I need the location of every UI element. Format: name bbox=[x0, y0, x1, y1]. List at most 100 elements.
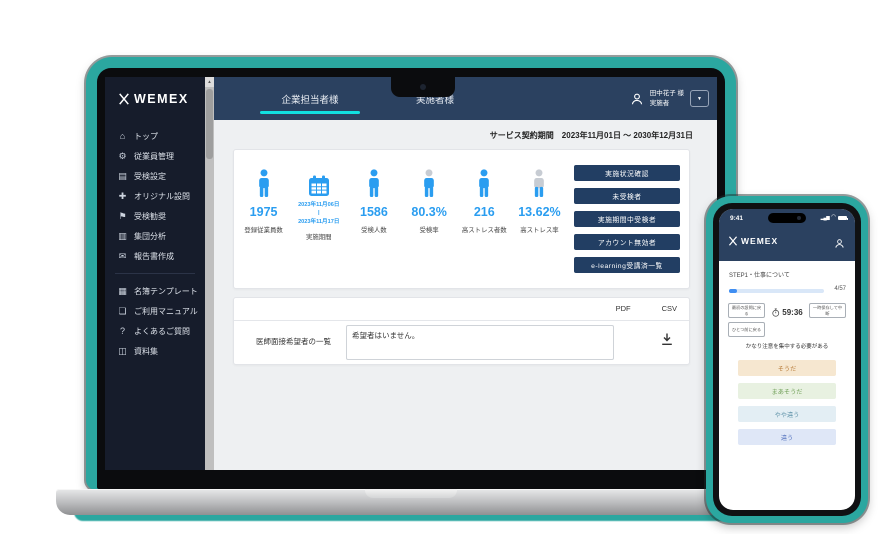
battery-icon bbox=[838, 216, 847, 221]
report-icon: ✉ bbox=[117, 251, 128, 262]
sidebar-item-exam-settings[interactable]: ▤ 受検設定 bbox=[105, 166, 205, 186]
stat-implementation-period: 2023年11月06日 | 2023年11月17日 実施期間 bbox=[291, 164, 346, 278]
sidebar-item-user-manual[interactable]: ❏ ご利用マニュアル bbox=[105, 301, 205, 321]
home-icon: ⌂ bbox=[117, 131, 128, 141]
stat-label: 受検人数 bbox=[361, 225, 387, 234]
pdf-export-link[interactable]: PDF bbox=[616, 304, 631, 313]
laptop-camera-notch bbox=[391, 77, 455, 97]
sidebar-item-group-analysis[interactable]: ▥ 集団分析 bbox=[105, 226, 205, 246]
save-and-pause-button[interactable]: 一時保存して中断 bbox=[809, 303, 846, 318]
remaining-timer: 59:36 bbox=[771, 308, 802, 317]
tab-company-representative[interactable]: 企業担当者様 bbox=[260, 77, 360, 120]
interview-list-label: 医師面接希望者の一覧 bbox=[256, 336, 331, 347]
sidebar-item-label: よくあるご質問 bbox=[134, 326, 190, 337]
contract-period-text: サービス契約期間 2023年11月01日 ～ 2030年12月31日 bbox=[490, 130, 693, 141]
stat-value: 1975 bbox=[250, 205, 278, 219]
cellular-signal-icon: ▂▄▆ bbox=[821, 215, 830, 221]
disabled-accounts-button[interactable]: アカウント無効者 bbox=[574, 234, 680, 250]
sidebar-item-faq[interactable]: ? よくあるご質問 bbox=[105, 321, 205, 341]
divider bbox=[234, 320, 689, 321]
stat-label: 実施期間 bbox=[306, 232, 332, 241]
step-label: STEP1・仕事について bbox=[729, 270, 790, 279]
sidebar-divider bbox=[115, 273, 195, 274]
user-role: 実施者 bbox=[650, 99, 684, 108]
user-info: 田中花子 様 実施者 bbox=[650, 89, 684, 107]
person-icon bbox=[366, 169, 382, 198]
table-icon: ▦ bbox=[117, 286, 128, 297]
stat-high-stress-rate: 13.62% 高ストレス率 bbox=[512, 164, 567, 278]
phone-logo-text: WEMEX bbox=[741, 236, 778, 246]
period-separator: | bbox=[298, 209, 339, 217]
calendar-icon bbox=[307, 174, 331, 198]
laptop-screen: WEMEX ⌂ トップ ⚙ 従業員管理 ▤ 受検設定 ✚ オリジナル設問 bbox=[105, 77, 717, 470]
answer-yayachigau-button[interactable]: やや違う bbox=[738, 406, 836, 422]
answer-options: そうだ まあそうだ やや違う 違う bbox=[738, 360, 836, 445]
top-navbar: 企業担当者様 実施者様 田中花子 様 実施者 ▼ bbox=[214, 77, 717, 120]
sidebar-item-exam-encouragement[interactable]: ⚑ 受検勧奨 bbox=[105, 206, 205, 226]
document-icon: ▤ bbox=[117, 171, 128, 182]
period-start-date: 2023年11月06日 bbox=[298, 201, 339, 209]
sidebar-item-top[interactable]: ⌂ トップ bbox=[105, 126, 205, 146]
answer-maasoda-button[interactable]: まあそうだ bbox=[738, 383, 836, 399]
sidebar-item-roster-template[interactable]: ▦ 名簿テンプレート bbox=[105, 281, 205, 301]
sidebar-item-label: オリジナル設問 bbox=[134, 191, 190, 202]
stat-value: 1586 bbox=[360, 205, 388, 219]
vertical-scrollbar[interactable]: ▲ bbox=[205, 77, 214, 470]
status-summary-card: 1975 登録従業員数 bbox=[233, 149, 690, 289]
stat-label: 受検率 bbox=[420, 225, 439, 234]
faq-icon: ? bbox=[117, 326, 128, 336]
user-menu: 田中花子 様 実施者 ▼ bbox=[630, 77, 709, 120]
action-buttons-column: 実施状況確認 未受検者 実施期間中受検者 アカウント無効者 e-learning… bbox=[574, 165, 680, 273]
sidebar-item-employee-management[interactable]: ⚙ 従業員管理 bbox=[105, 146, 205, 166]
megaphone-icon: ⚑ bbox=[117, 211, 128, 222]
sidebar-item-resources[interactable]: ◫ 資料集 bbox=[105, 341, 205, 361]
back-to-first-question-button[interactable]: 最初の設問に戻る bbox=[728, 303, 765, 318]
person-icon bbox=[256, 169, 272, 198]
sidebar: WEMEX ⌂ トップ ⚙ 従業員管理 ▤ 受検設定 ✚ オリジナル設問 bbox=[105, 77, 205, 470]
sidebar-item-label: 報告書作成 bbox=[134, 251, 174, 262]
person-icon bbox=[421, 169, 437, 198]
sidebar-item-label: 集団分析 bbox=[134, 231, 166, 242]
answer-soda-button[interactable]: そうだ bbox=[738, 360, 836, 376]
not-examined-button[interactable]: 未受検者 bbox=[574, 188, 680, 204]
wifi-icon: ◠ bbox=[831, 215, 836, 221]
book-icon: ◫ bbox=[117, 346, 128, 357]
puzzle-icon: ✚ bbox=[117, 191, 128, 202]
sidebar-item-label: 資料集 bbox=[134, 346, 158, 357]
gear-icon: ⚙ bbox=[117, 151, 128, 162]
previous-question-button[interactable]: ひとつ前に戻る bbox=[728, 322, 765, 337]
manual-icon: ❏ bbox=[117, 306, 128, 317]
sidebar-item-label: ご利用マニュアル bbox=[134, 306, 198, 317]
status-icons: ▂▄▆ ◠ bbox=[821, 215, 847, 221]
user-dropdown-button[interactable]: ▼ bbox=[690, 90, 709, 107]
wemex-logo-icon bbox=[728, 236, 738, 246]
elearning-completed-button[interactable]: e-learning受講済一覧 bbox=[574, 257, 680, 273]
interview-list-value-box: 希望者はいません。 bbox=[346, 325, 614, 360]
stat-exam-rate: 80.3% 受検率 bbox=[402, 164, 457, 278]
in-period-examinees-button[interactable]: 実施期間中受検者 bbox=[574, 211, 680, 227]
stat-label: 高ストレス者数 bbox=[462, 225, 507, 234]
scrollbar-thumb[interactable] bbox=[206, 89, 213, 159]
progress-fill bbox=[729, 289, 737, 293]
sidebar-item-label: 受検設定 bbox=[134, 171, 166, 182]
phone-header: 9:41 ▂▄▆ ◠ WEMEX bbox=[719, 209, 855, 261]
csv-export-link[interactable]: CSV bbox=[662, 304, 677, 313]
user-icon[interactable] bbox=[834, 238, 845, 249]
stat-registered-employees: 1975 登録従業員数 bbox=[236, 164, 291, 278]
answer-chigau-button[interactable]: 違う bbox=[738, 429, 836, 445]
front-camera-icon bbox=[797, 216, 801, 220]
stopwatch-icon bbox=[771, 308, 780, 317]
person-icon bbox=[531, 169, 547, 198]
sidebar-item-report-creation[interactable]: ✉ 報告書作成 bbox=[105, 246, 205, 266]
download-button[interactable] bbox=[660, 332, 674, 346]
doctor-interview-card: PDF CSV 医師面接希望者の一覧 希望者はいません。 bbox=[233, 297, 690, 365]
scroll-up-arrow[interactable]: ▲ bbox=[205, 77, 214, 87]
stats-row: 1975 登録従業員数 bbox=[236, 164, 567, 278]
progress-count: 4/57 bbox=[834, 286, 846, 292]
export-links: PDF CSV bbox=[616, 304, 677, 313]
implementation-status-button[interactable]: 実施状況確認 bbox=[574, 165, 680, 181]
sidebar-item-original-questions[interactable]: ✚ オリジナル設問 bbox=[105, 186, 205, 206]
question-text: かなり注意を集中する必要がある bbox=[719, 342, 855, 350]
period-end-date: 2023年11月17日 bbox=[298, 218, 339, 226]
phone-app-header: WEMEX bbox=[728, 236, 778, 246]
